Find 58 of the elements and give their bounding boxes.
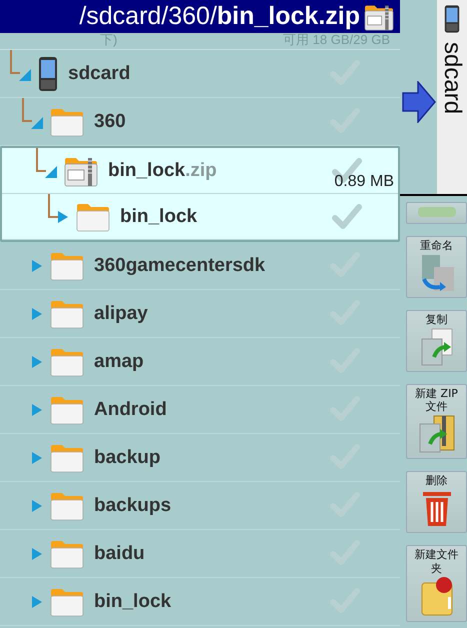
side-tab-label: sdcard xyxy=(438,42,466,114)
expand-arrow-icon[interactable] xyxy=(30,450,44,466)
current-path: /sdcard/360/bin_lock.zip xyxy=(79,2,360,31)
side-tab[interactable]: sdcard xyxy=(437,0,467,194)
folder-icon xyxy=(50,394,84,424)
tree-row[interactable]: backup xyxy=(0,434,400,482)
expand-arrow-icon[interactable] xyxy=(30,306,44,322)
tree-row[interactable]: amap xyxy=(0,338,400,386)
folder-icon xyxy=(50,538,84,568)
blank-button[interactable] xyxy=(406,202,467,224)
right-arrow-icon[interactable] xyxy=(402,81,436,123)
toolbar-button[interactable]: 删除 xyxy=(406,471,467,533)
expand-arrow-icon[interactable] xyxy=(30,498,44,514)
folder-icon xyxy=(50,298,84,328)
item-name: baidu xyxy=(94,542,145,564)
toolbar-button[interactable]: 新建文件夹 xyxy=(406,544,467,622)
checkmark-icon[interactable] xyxy=(332,203,362,231)
item-name: Android xyxy=(94,398,167,420)
phone-icon xyxy=(38,56,58,92)
expand-arrow-icon[interactable] xyxy=(56,208,70,224)
folder-icon xyxy=(50,586,84,616)
folder-icon xyxy=(50,490,84,520)
toolbar-button[interactable]: 复制 xyxy=(406,310,467,372)
expand-arrow-icon[interactable] xyxy=(30,354,44,370)
tree-row[interactable]: baidu xyxy=(0,530,400,578)
expand-arrow-icon[interactable] xyxy=(30,594,44,610)
expand-arrow-icon[interactable] xyxy=(30,402,44,418)
folder-icon xyxy=(50,106,84,136)
item-name: bin_lock xyxy=(120,206,198,228)
folder-icon xyxy=(50,250,84,280)
item-name: 360 xyxy=(94,110,126,132)
item-name: 360gamecentersdk xyxy=(94,254,266,276)
expand-arrow-icon[interactable] xyxy=(30,546,44,562)
toolbar-button[interactable]: 重命名 xyxy=(406,236,467,298)
tree-row[interactable]: sdcard xyxy=(0,50,400,98)
item-name: backups xyxy=(94,494,172,516)
folder-icon xyxy=(50,442,84,472)
file-size: 0.89 MB xyxy=(334,173,394,191)
tree-row[interactable]: 360gamecentersdk xyxy=(0,242,400,290)
tree-row[interactable]: bin_lock.zip 0.89 MB xyxy=(2,148,398,194)
zip-icon xyxy=(364,2,394,30)
item-name: alipay xyxy=(94,302,148,324)
tree-row[interactable]: backups xyxy=(0,482,400,530)
tree-row[interactable]: bin_lock xyxy=(0,578,400,626)
tree-row[interactable]: Android xyxy=(0,386,400,434)
item-name: amap xyxy=(94,350,144,372)
tree-row[interactable]: bin_lock xyxy=(2,194,398,240)
item-name: bin_lock xyxy=(94,590,172,612)
expand-arrow-icon[interactable] xyxy=(30,258,44,274)
tree-row[interactable]: alipay xyxy=(0,290,400,338)
folder-icon xyxy=(76,202,110,232)
phone-icon xyxy=(444,4,460,34)
item-name: bin_lock.zip xyxy=(108,160,217,182)
item-name: backup xyxy=(94,446,161,468)
toolbar-button[interactable]: 新建 ZIP 文件 xyxy=(406,384,467,459)
item-name: sdcard xyxy=(68,62,130,84)
bar-icon xyxy=(416,206,456,218)
folder-icon xyxy=(50,346,84,376)
